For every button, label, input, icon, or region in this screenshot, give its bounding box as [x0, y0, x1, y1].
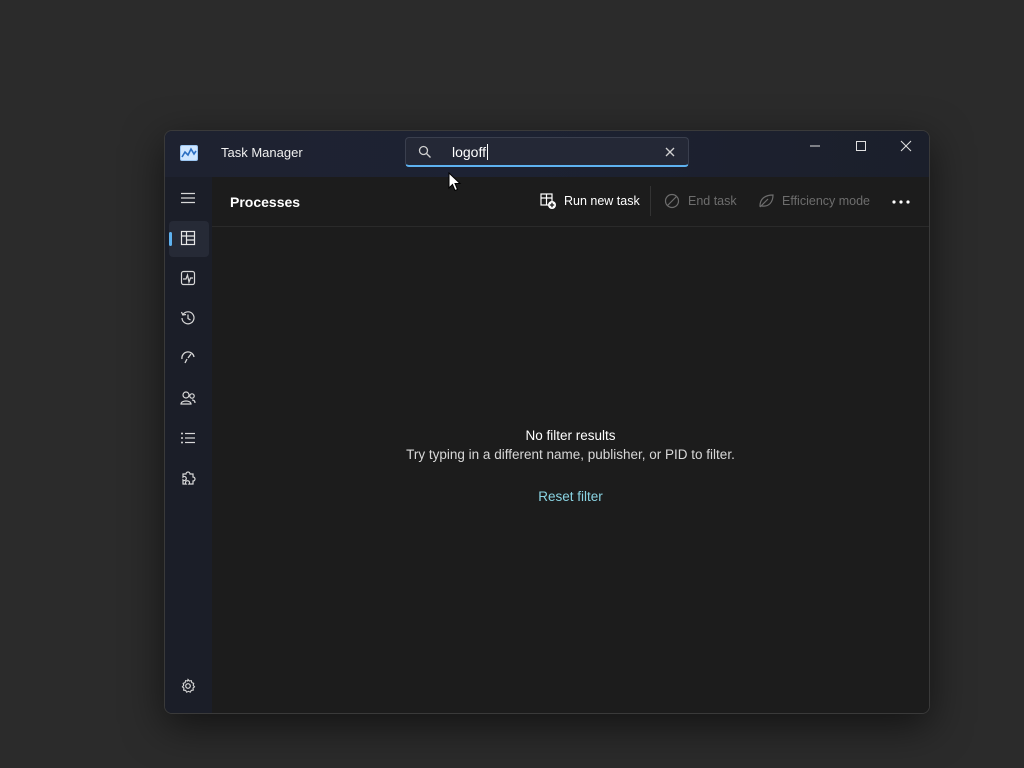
run-new-task-label: Run new task [564, 194, 640, 208]
task-manager-window: Task Manager logoff Processes Run new ta… [164, 130, 930, 714]
active-indicator [169, 232, 172, 246]
history-icon [180, 311, 195, 325]
clear-search-icon[interactable] [664, 146, 676, 158]
sidebar-item-settings[interactable] [169, 669, 209, 705]
gear-icon [181, 678, 196, 693]
processes-icon [180, 230, 196, 246]
task-manager-app-icon [180, 145, 198, 161]
hamburger-menu-button[interactable] [169, 181, 209, 217]
sidebar-item-users[interactable] [169, 381, 209, 417]
search-input-value: logoff [452, 144, 486, 160]
sidebar-item-details[interactable] [169, 421, 209, 457]
reset-filter-link[interactable]: Reset filter [212, 489, 929, 504]
mouse-cursor-icon [448, 172, 462, 192]
minimize-icon [810, 145, 820, 147]
processes-page: Processes Run new task End task Efficien… [212, 177, 929, 713]
run-new-task-icon [540, 193, 556, 209]
end-task-icon [664, 193, 680, 209]
close-button[interactable] [883, 131, 929, 161]
close-icon [900, 140, 912, 152]
maximize-button[interactable] [838, 131, 884, 161]
page-title: Processes [230, 194, 301, 210]
sidebar-item-startup-apps[interactable] [169, 341, 209, 377]
text-caret [487, 144, 488, 160]
more-options-icon[interactable] [884, 191, 920, 213]
performance-icon [180, 270, 196, 286]
end-task-label: End task [688, 194, 737, 208]
hamburger-icon [181, 192, 195, 204]
search-input[interactable]: logoff [452, 144, 488, 160]
title-bar[interactable]: Task Manager logoff [165, 131, 929, 177]
window-title: Task Manager [221, 145, 303, 160]
search-box[interactable]: logoff [405, 137, 689, 167]
navigation-sidebar [165, 177, 212, 713]
minimize-button[interactable] [792, 131, 838, 161]
details-list-icon [181, 432, 195, 444]
sidebar-item-performance[interactable] [169, 261, 209, 297]
services-puzzle-icon [182, 471, 196, 485]
sidebar-item-app-history[interactable] [169, 301, 209, 337]
reset-filter-label: Reset filter [538, 489, 603, 504]
command-bar: Processes Run new task End task Efficien… [212, 177, 929, 227]
startup-icon [181, 351, 195, 364]
search-icon [418, 145, 431, 158]
leaf-icon [759, 194, 774, 208]
efficiency-mode-label: Efficiency mode [782, 194, 871, 208]
no-results-hint: Try typing in a different name, publishe… [406, 447, 735, 462]
maximize-icon [856, 141, 866, 151]
no-results-title: No filter results [525, 428, 616, 443]
sidebar-item-processes[interactable] [169, 221, 209, 257]
users-icon [180, 391, 196, 405]
sidebar-item-services[interactable] [169, 461, 209, 497]
toolbar-divider [650, 186, 651, 216]
